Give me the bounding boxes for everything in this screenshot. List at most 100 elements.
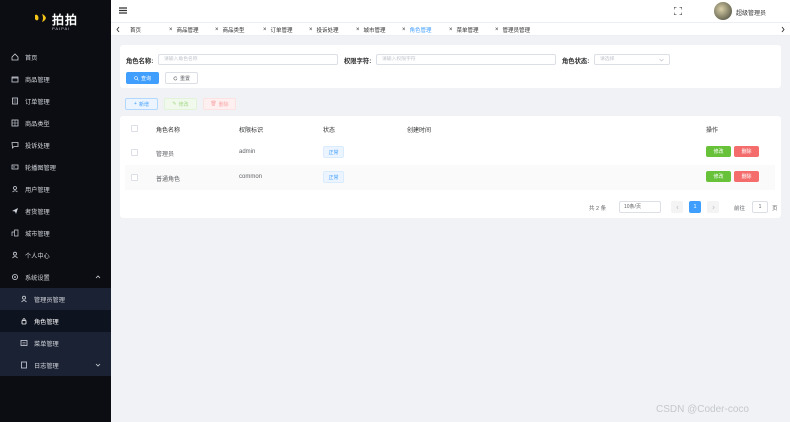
sidebar-item-label: 商品类型 — [25, 120, 50, 128]
row-delete-button[interactable]: 删除 — [734, 146, 759, 157]
chevron-left-icon[interactable] — [115, 26, 121, 33]
perm-label: 权限字符: — [344, 58, 372, 65]
top-header: 超级管理员 — [111, 0, 790, 22]
tab-orders[interactable]: × 订单管理 — [263, 25, 293, 35]
hamburger-icon[interactable] — [119, 7, 127, 14]
carousel-icon — [11, 163, 19, 171]
reset-button[interactable]: 重置 — [165, 72, 198, 84]
close-icon[interactable]: × — [169, 27, 173, 33]
sidebar-item-role-management[interactable]: 角色管理 — [0, 310, 111, 332]
close-icon[interactable]: × — [449, 27, 453, 33]
sidebar-item-home[interactable]: 首页 — [0, 46, 111, 68]
tab-home[interactable]: 首页 — [130, 25, 141, 35]
home-icon — [11, 53, 19, 61]
sidebar-item-label: 系统设置 — [25, 274, 50, 282]
sidebar-item-complaints[interactable]: 投诉处理 — [0, 134, 111, 156]
sidebar-item-products[interactable]: 商品管理 — [0, 68, 111, 90]
row-edit-button[interactable]: 修改 — [706, 171, 731, 182]
logo: 拍拍 PAIPAI — [0, 0, 111, 40]
menu-icon — [20, 339, 28, 347]
close-icon[interactable]: × — [402, 27, 406, 33]
tab-cities[interactable]: × 城市管理 — [356, 25, 386, 35]
sidebar-item-label: 菜单管理 — [34, 340, 59, 348]
page-number-button[interactable]: 1 — [689, 201, 701, 213]
chevron-right-icon[interactable] — [780, 26, 786, 33]
sidebar-item-users[interactable]: 用户管理 — [0, 178, 111, 200]
row-edit-button[interactable]: 修改 — [706, 146, 731, 157]
prev-page-button[interactable] — [671, 201, 683, 213]
status-label: 角色状态: — [562, 58, 590, 65]
close-icon[interactable]: × — [309, 27, 313, 33]
tab-label: 管理员管理 — [502, 28, 531, 34]
search-form: 角色名称: 请输入角色名称 权限字符: 请输入权限字符 角色状态: 请选择 查询… — [120, 45, 781, 88]
sidebar-item-shipping[interactable]: 者货管理 — [0, 200, 111, 222]
perm-input[interactable]: 请输入权限字符 — [376, 54, 556, 65]
category-icon — [11, 119, 19, 127]
close-icon[interactable]: × — [263, 27, 267, 33]
sidebar-item-menu-management[interactable]: 菜单管理 — [0, 332, 111, 354]
sidebar-item-label: 订单管理 — [25, 98, 50, 106]
sidebar-item-label: 投诉处理 — [25, 142, 50, 150]
sidebar: 拍拍 PAIPAI 首页 商品管理 订单管理 商品类型 投诉处理 轮播图管理 用… — [0, 0, 111, 422]
delete-button[interactable]: 🗑 删除 — [203, 98, 236, 110]
column-header-role-name: 角色名称 — [156, 128, 181, 134]
close-icon[interactable]: × — [495, 27, 499, 33]
page-size-select[interactable]: 10条/页 — [619, 201, 661, 213]
close-icon[interactable]: × — [215, 27, 219, 33]
status-select[interactable]: 请选择 — [594, 54, 670, 65]
tab-products[interactable]: × 商品管理 — [169, 25, 199, 35]
next-page-button[interactable] — [707, 201, 719, 213]
goto-page-input[interactable]: 1 — [752, 201, 768, 213]
goto-label: 前往 — [734, 206, 746, 212]
row-delete-button[interactable]: 删除 — [734, 171, 759, 182]
select-all-checkbox[interactable] — [131, 125, 138, 132]
permission-cell: admin — [239, 149, 256, 155]
sidebar-item-label: 首页 — [25, 54, 38, 62]
chevron-down-icon — [95, 363, 101, 367]
close-icon[interactable]: × — [356, 27, 360, 33]
sidebar-item-product-types[interactable]: 商品类型 — [0, 112, 111, 134]
sidebar-item-admin-management[interactable]: 管理员管理 — [0, 288, 111, 310]
page-suffix: 页 — [772, 206, 778, 212]
fullscreen-icon[interactable] — [674, 7, 682, 15]
tab-label: 订单管理 — [270, 28, 293, 34]
role-name-cell: 管理员 — [156, 152, 175, 158]
reset-button-label: 重置 — [179, 75, 190, 82]
role-name-cell: 普通角色 — [156, 177, 181, 183]
role-name-input[interactable]: 请输入角色名称 — [158, 54, 338, 65]
query-button[interactable]: 查询 — [126, 72, 159, 84]
sidebar-item-system-settings[interactable]: 系统设置 — [0, 266, 111, 288]
edit-button-label: 修改 — [178, 101, 189, 108]
sidebar-item-log-management[interactable]: 日志管理 — [0, 354, 111, 376]
tab-admins[interactable]: × 管理员管理 — [495, 25, 530, 35]
pagination-total: 共 2 条 — [589, 206, 607, 212]
row-checkbox[interactable] — [131, 149, 138, 156]
delete-button-label: 删除 — [218, 101, 229, 108]
sidebar-item-carousel[interactable]: 轮播图管理 — [0, 156, 111, 178]
log-icon — [20, 361, 28, 369]
logo-subtext: PAIPAI — [52, 26, 71, 31]
row-checkbox[interactable] — [131, 174, 138, 181]
tab-roles[interactable]: × 角色管理 — [402, 25, 432, 35]
order-icon — [11, 97, 19, 105]
tab-product-types[interactable]: × 商品类型 — [215, 25, 245, 35]
sidebar-item-profile[interactable]: 个人中心 — [0, 244, 111, 266]
sidebar-item-orders[interactable]: 订单管理 — [0, 90, 111, 112]
send-icon — [11, 207, 19, 215]
tab-menus[interactable]: × 菜单管理 — [449, 25, 479, 35]
edit-button[interactable]: ✎ 修改 — [164, 98, 197, 110]
tab-complaints[interactable]: × 投诉处理 — [309, 25, 339, 35]
edit-icon: ✎ — [172, 101, 177, 107]
person-icon — [11, 251, 19, 259]
sidebar-item-cities[interactable]: 城市管理 — [0, 222, 111, 244]
user-name[interactable]: 超级管理员 — [736, 8, 766, 17]
role-table: 角色名称 权限标识 状态 创建时间 操作 管理员 admin 正常 修改 删除 … — [120, 116, 781, 218]
sidebar-item-label: 者货管理 — [25, 208, 50, 216]
lock-icon — [20, 317, 28, 325]
shop-icon — [11, 75, 19, 83]
avatar[interactable] — [714, 2, 732, 20]
query-button-label: 查询 — [140, 75, 151, 82]
tags-view: 首页 × 商品管理 × 商品类型 × 订单管理 × 投诉处理 × 城市管理 × 角色管理 ×… — [111, 22, 790, 36]
status-select-value: 请选择 — [600, 57, 615, 62]
add-button[interactable]: + 新增 — [125, 98, 158, 110]
